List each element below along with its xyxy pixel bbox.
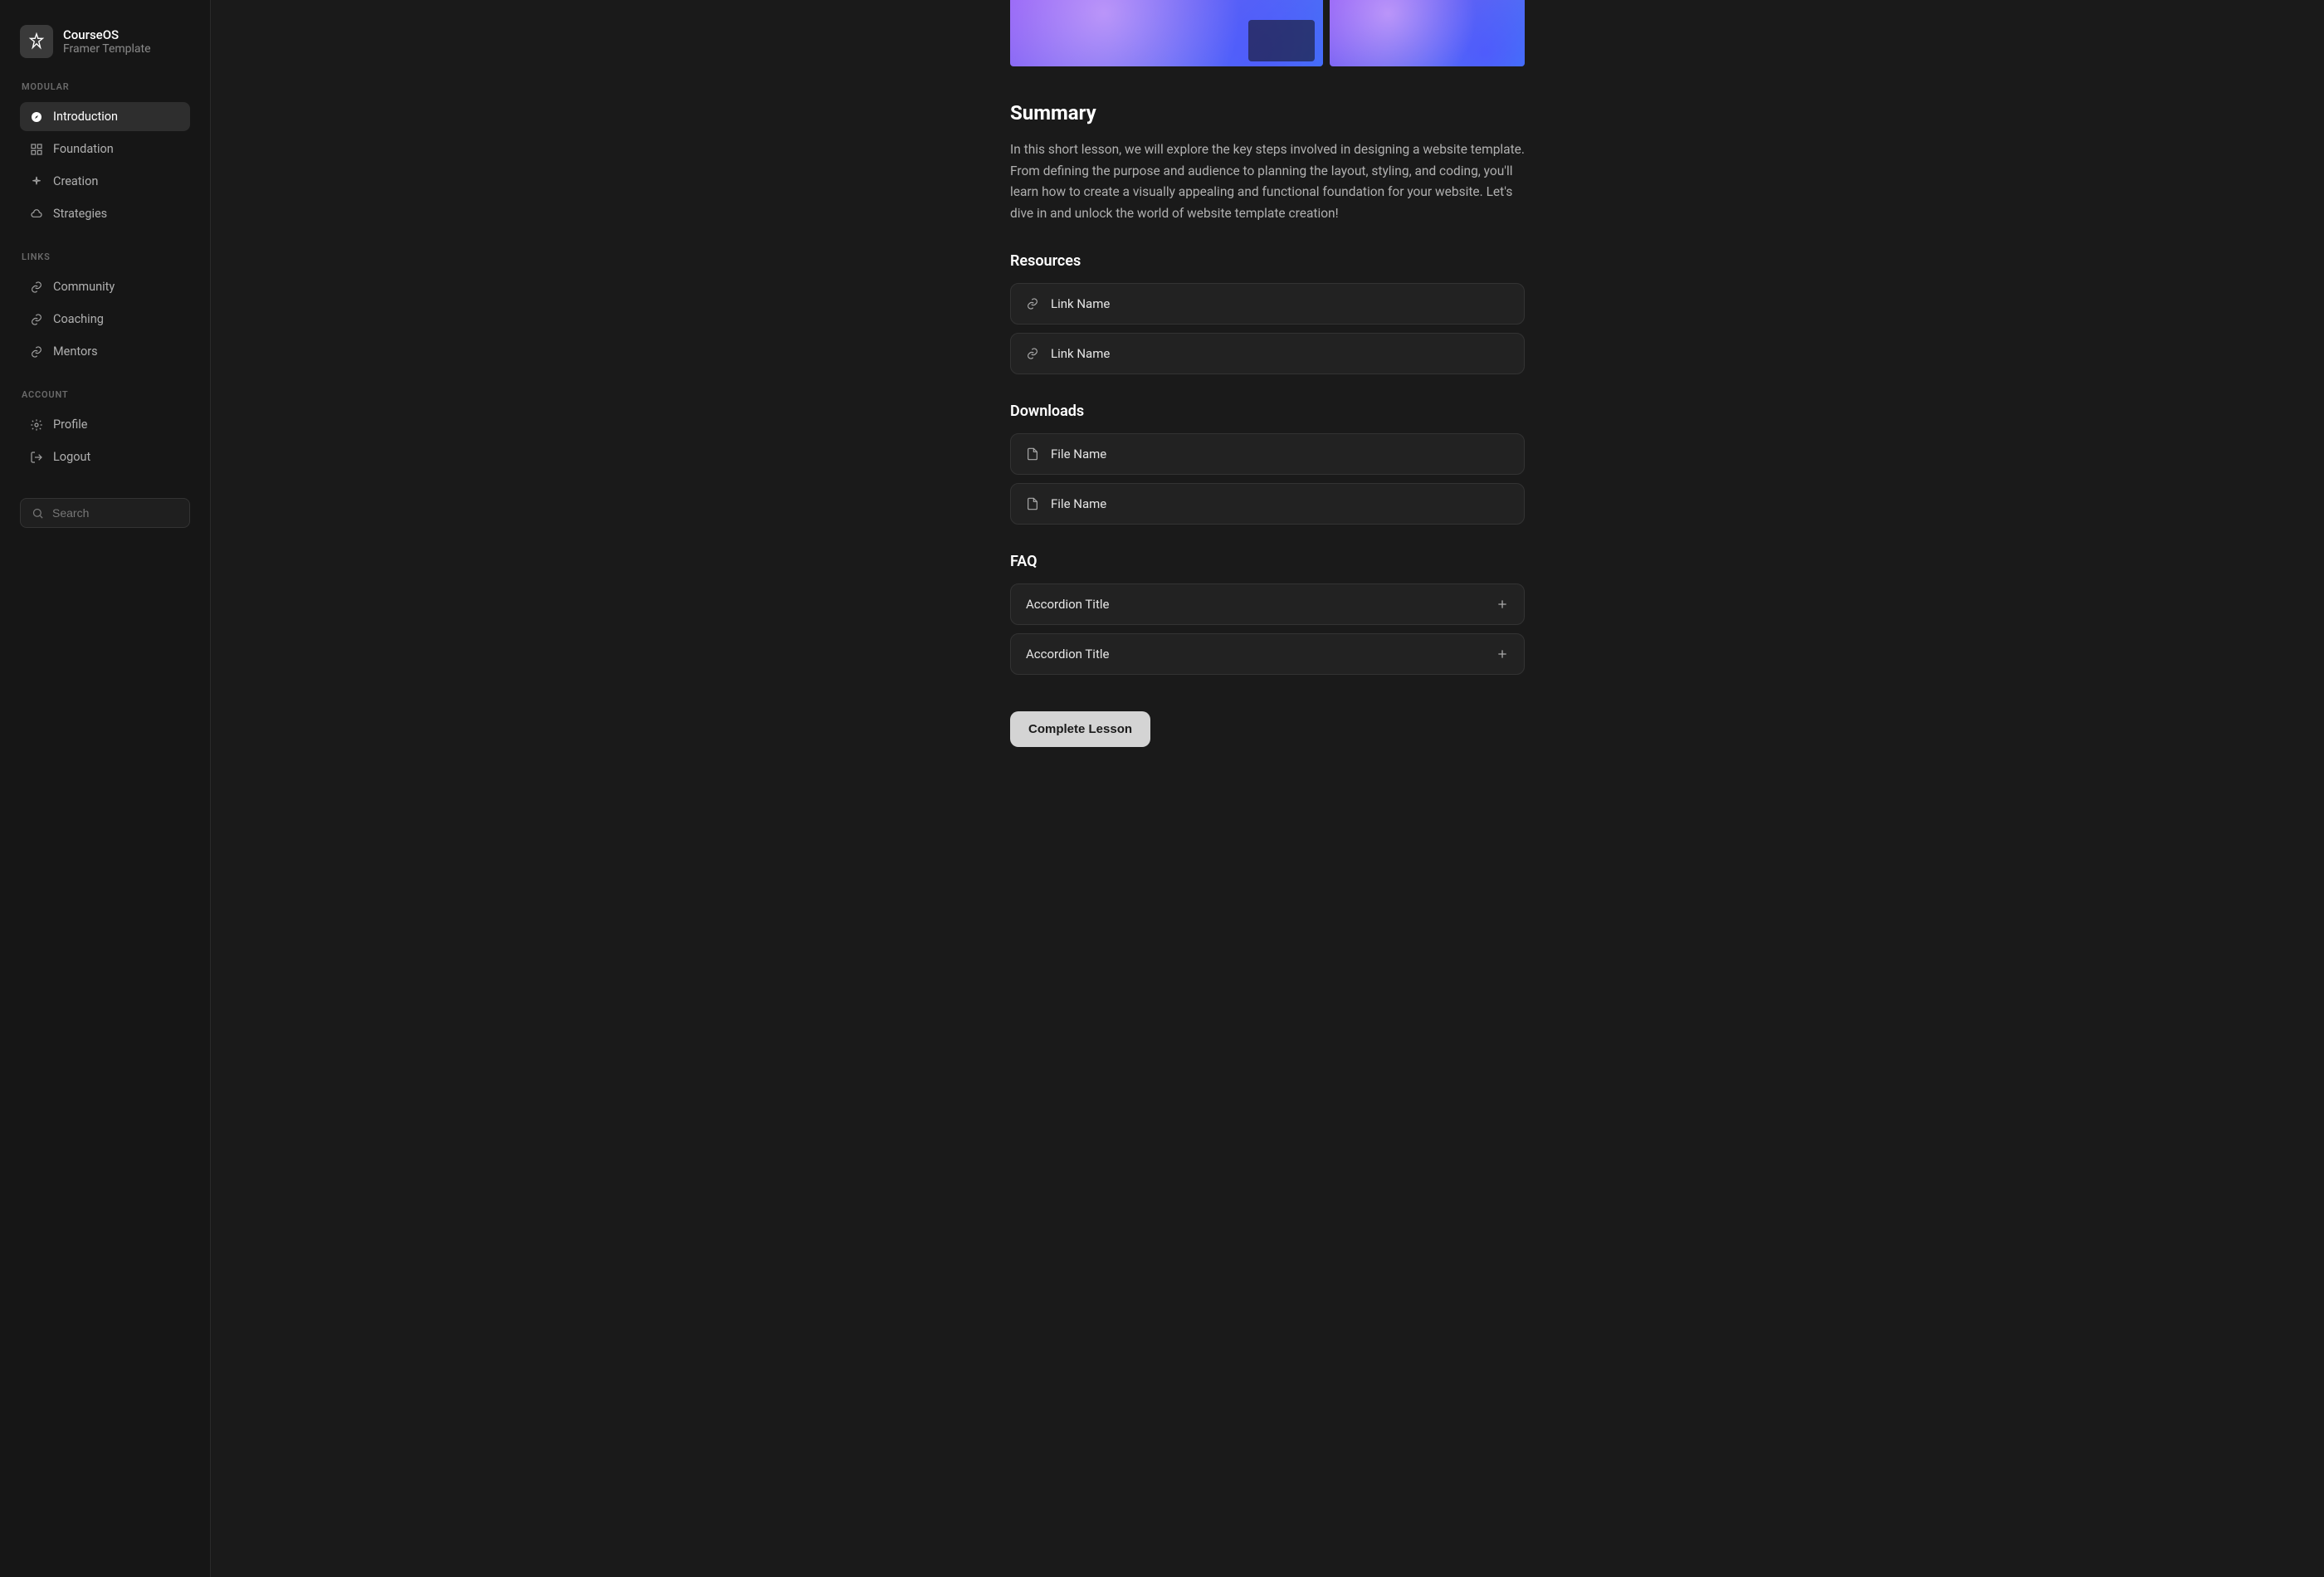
link-icon [1026,347,1039,360]
resource-link[interactable]: Link Name [1010,333,1525,374]
logout-icon [30,451,43,464]
compass-icon [30,110,43,124]
faq-accordion[interactable]: Accordion Title [1010,633,1525,675]
link-icon [1026,297,1039,310]
summary-text: In this short lesson, we will explore th… [1010,139,1525,224]
sidebar-item-strategies[interactable]: Strategies [20,199,190,228]
faq-title: Accordion Title [1026,597,1484,612]
cloud-icon [30,208,43,221]
file-icon [1026,497,1039,510]
hero-images [1010,0,1525,66]
resource-label: Link Name [1051,346,1509,361]
plus-icon [1496,647,1509,661]
download-label: File Name [1051,447,1509,461]
lesson-content: Summary In this short lesson, we will ex… [1010,0,1525,1527]
resource-label: Link Name [1051,296,1509,311]
resources-heading: Resources [1010,252,1525,270]
search-box[interactable] [20,498,190,528]
gear-icon [30,418,43,432]
nav-heading-account: ACCOUNT [20,389,190,400]
download-label: File Name [1051,496,1509,511]
sidebar: CourseOS Framer Template MODULAR Introdu… [0,0,211,1577]
sidebar-item-label: Strategies [53,207,107,221]
sidebar-item-community[interactable]: Community [20,272,190,301]
search-icon [31,506,44,520]
file-icon [1026,447,1039,461]
nav-section-links: LINKS Community Coaching Mentors [20,251,190,366]
sidebar-item-mentors[interactable]: Mentors [20,337,190,366]
search-input[interactable] [52,506,179,520]
summary-heading: Summary [1010,101,1525,124]
nav-heading-modular: MODULAR [20,81,190,92]
hero-image-right [1330,0,1525,66]
resource-link[interactable]: Link Name [1010,283,1525,325]
link-icon [30,281,43,294]
sidebar-item-label: Introduction [53,110,118,124]
link-icon [30,345,43,359]
complete-lesson-button[interactable]: Complete Lesson [1010,711,1150,747]
shapes-icon [30,143,43,156]
download-file[interactable]: File Name [1010,483,1525,525]
sidebar-item-label: Foundation [53,142,114,156]
sidebar-item-logout[interactable]: Logout [20,442,190,471]
nav-section-account: ACCOUNT Profile Logout [20,389,190,471]
faq-title: Accordion Title [1026,647,1484,662]
nav-heading-links: LINKS [20,251,190,262]
sidebar-item-profile[interactable]: Profile [20,410,190,439]
sidebar-item-creation[interactable]: Creation [20,167,190,196]
sidebar-item-label: Profile [53,417,87,432]
sidebar-item-foundation[interactable]: Foundation [20,134,190,164]
main: Summary In this short lesson, we will ex… [211,0,2324,1577]
brand-subtitle: Framer Template [63,42,151,56]
brand-text: CourseOS Framer Template [63,27,151,56]
downloads-heading: Downloads [1010,403,1525,420]
link-icon [30,313,43,326]
sidebar-item-label: Coaching [53,312,104,326]
sidebar-item-introduction[interactable]: Introduction [20,102,190,131]
sparkle-icon [30,175,43,188]
brand-logo-icon [20,25,53,58]
nav-section-modular: MODULAR Introduction Foundation Creation… [20,81,190,228]
brand-title: CourseOS [63,27,151,42]
hero-image-left [1010,0,1323,66]
sidebar-item-label: Mentors [53,344,98,359]
download-file[interactable]: File Name [1010,433,1525,475]
faq-heading: FAQ [1010,553,1525,570]
sidebar-item-label: Logout [53,450,90,464]
brand[interactable]: CourseOS Framer Template [20,25,190,58]
faq-accordion[interactable]: Accordion Title [1010,583,1525,625]
plus-icon [1496,598,1509,611]
sidebar-item-coaching[interactable]: Coaching [20,305,190,334]
sidebar-item-label: Creation [53,174,98,188]
sidebar-item-label: Community [53,280,115,294]
